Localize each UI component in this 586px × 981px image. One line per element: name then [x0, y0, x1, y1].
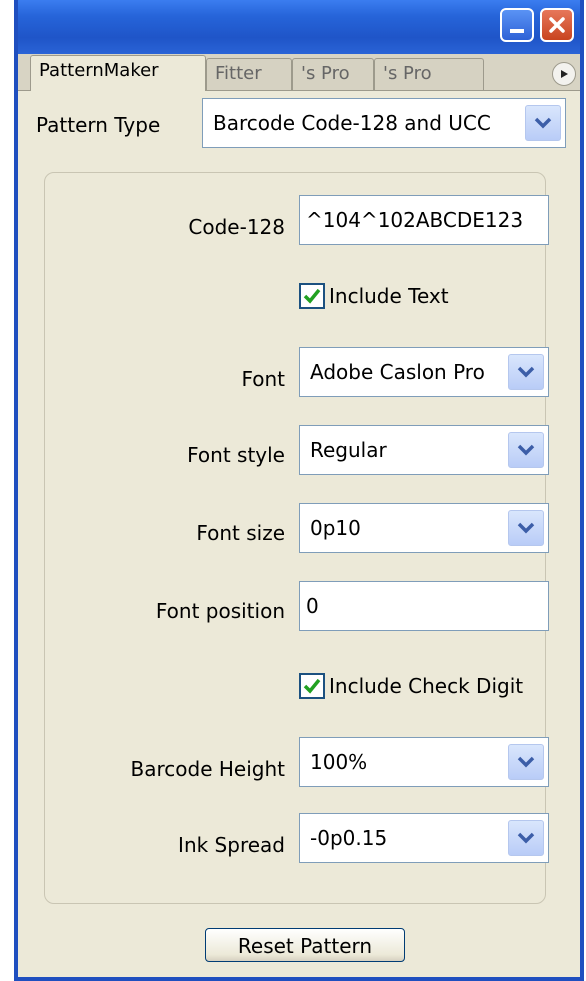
include-text-checkbox[interactable]: Include Text: [299, 283, 449, 309]
chevron-down-icon: [517, 366, 535, 378]
ink-spread-select[interactable]: -0p0.15: [299, 813, 549, 863]
font-style-value: Regular: [310, 438, 387, 462]
font-select[interactable]: Adobe Caslon Pro: [299, 347, 549, 397]
dropdown-arrow-button[interactable]: [508, 432, 544, 468]
chevron-down-icon: [517, 522, 535, 534]
pattern-type-select[interactable]: Barcode Code-128 and UCC: [202, 98, 566, 148]
chevron-down-icon: [517, 756, 535, 768]
ink-spread-label: Ink Spread: [178, 833, 285, 857]
font-position-input[interactable]: 0: [299, 581, 549, 631]
tab-bar: PatternMaker Fitter 's Pro 's Pro: [18, 54, 580, 91]
panel-window: PatternMaker Fitter 's Pro 's Pro Patter…: [14, 0, 584, 981]
title-bar: [18, 0, 580, 54]
font-size-value: 0p10: [310, 516, 361, 540]
font-label: Font: [241, 367, 285, 391]
close-icon: [549, 17, 565, 33]
chevron-down-icon: [517, 444, 535, 456]
ink-spread-value: -0p0.15: [310, 826, 388, 850]
dropdown-arrow-button[interactable]: [508, 820, 544, 856]
include-check-digit-label: Include Check Digit: [329, 674, 524, 698]
tab-fitter[interactable]: Fitter: [206, 58, 292, 90]
minimize-icon: [510, 29, 524, 33]
font-size-label: Font size: [196, 521, 285, 545]
minimize-button[interactable]: [500, 8, 534, 42]
font-position-label: Font position: [155, 599, 285, 623]
include-text-label: Include Text: [329, 284, 449, 308]
barcode-height-label: Barcode Height: [130, 757, 285, 781]
barcode-height-value: 100%: [310, 750, 368, 774]
chevron-down-icon: [517, 832, 535, 844]
play-arrow-icon: [561, 70, 568, 78]
include-check-digit-checkbox[interactable]: Include Check Digit: [299, 673, 523, 699]
checkmark-icon: [303, 678, 321, 694]
panel-menu-button[interactable]: [552, 62, 576, 86]
barcode-height-select[interactable]: 100%: [299, 737, 549, 787]
checkmark-icon: [303, 288, 321, 304]
dropdown-arrow-button[interactable]: [508, 510, 544, 546]
checkbox-box[interactable]: [299, 673, 325, 699]
checkbox-box[interactable]: [299, 283, 325, 309]
dropdown-arrow-button[interactable]: [508, 354, 544, 390]
close-button[interactable]: [540, 8, 574, 42]
pattern-type-value: Barcode Code-128 and UCC: [213, 111, 491, 135]
code128-label: Code-128: [188, 215, 285, 239]
chevron-down-icon: [534, 117, 552, 129]
tab-pro-2[interactable]: 's Pro: [374, 58, 484, 90]
font-size-select[interactable]: 0p10: [299, 503, 549, 553]
dropdown-arrow-button[interactable]: [525, 105, 561, 141]
font-style-select[interactable]: Regular: [299, 425, 549, 475]
reset-pattern-button[interactable]: Reset Pattern: [205, 928, 405, 962]
tab-pro-1[interactable]: 's Pro: [292, 58, 374, 90]
font-value: Adobe Caslon Pro: [310, 360, 485, 384]
font-style-label: Font style: [187, 443, 285, 467]
settings-group: Code-128 ^104^102ABCDE123 Include Text F…: [44, 172, 549, 904]
tab-patternmaker[interactable]: PatternMaker: [30, 55, 206, 91]
pattern-type-label: Pattern Type: [36, 113, 161, 137]
code128-input[interactable]: ^104^102ABCDE123: [299, 195, 549, 245]
dropdown-arrow-button[interactable]: [508, 744, 544, 780]
